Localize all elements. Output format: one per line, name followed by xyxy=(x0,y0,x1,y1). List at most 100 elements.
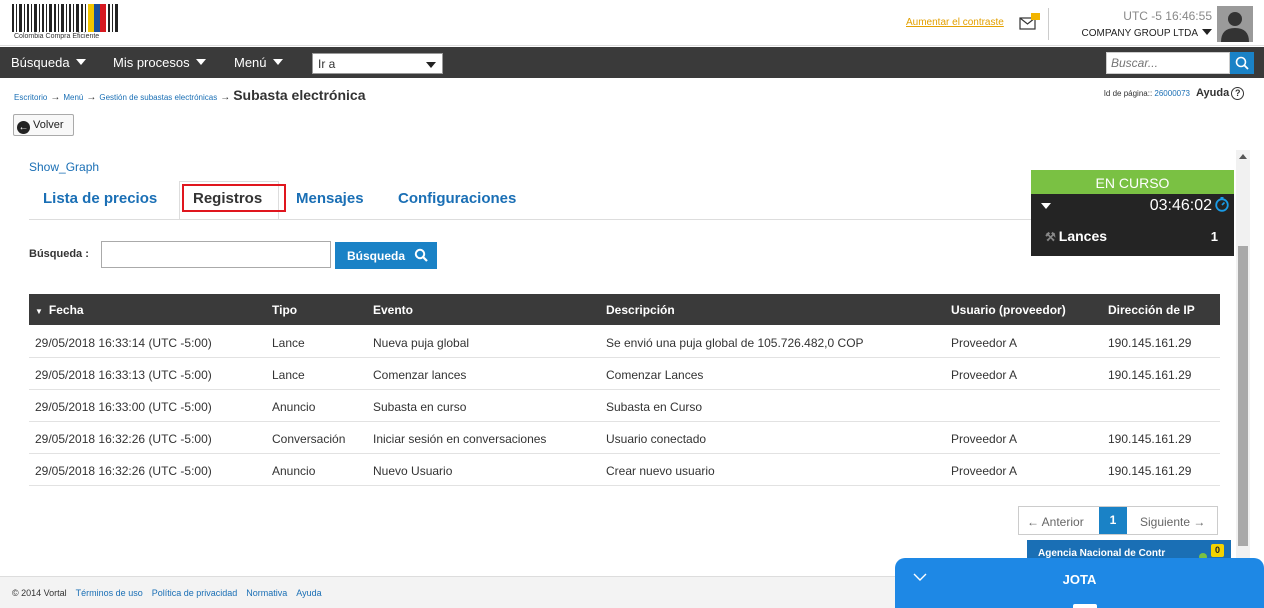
tab-configuraciones[interactable]: Configuraciones xyxy=(398,190,516,207)
search-icon xyxy=(415,248,429,262)
timer-icon xyxy=(1215,197,1229,212)
cell-usuario: Proveedor A xyxy=(951,336,1018,350)
help-link[interactable]: Ayuda? xyxy=(1196,87,1245,100)
pagination-next[interactable]: Siguiente → xyxy=(1140,515,1205,529)
global-search-button[interactable] xyxy=(1230,52,1254,74)
mail-icon[interactable] xyxy=(1019,12,1041,30)
gavel-icon: ⚒ xyxy=(1045,230,1056,244)
nav-menu[interactable]: Menú xyxy=(234,55,283,70)
cell-ip: 190.145.161.29 xyxy=(1108,336,1192,350)
increase-contrast-link[interactable]: Aumentar el contraste xyxy=(906,17,1004,28)
scroll-up-arrow-icon[interactable] xyxy=(1239,154,1247,159)
lances-label-row: ⚒ Lances xyxy=(1045,228,1107,244)
column-header-tipo[interactable]: Tipo xyxy=(272,303,297,317)
pagination: ← Anterior 1 Siguiente → xyxy=(1018,506,1218,535)
footer-link-privacidad[interactable]: Política de privacidad xyxy=(152,588,238,598)
cell-evento: Nueva puja global xyxy=(373,336,470,350)
cell-fecha: 29/05/2018 16:33:13 (UTC -5:00) xyxy=(35,368,212,382)
tab-lista-de-precios[interactable]: Lista de precios xyxy=(43,190,157,207)
help-label: Ayuda xyxy=(1196,87,1230,99)
cell-fecha: 29/05/2018 16:33:14 (UTC -5:00) xyxy=(35,336,212,350)
pagination-previous[interactable]: ← Anterior xyxy=(1027,515,1084,529)
goto-select[interactable]: Ir a xyxy=(312,53,443,74)
table-row: 29/05/2018 16:32:26 (UTC -5:00) Anuncio … xyxy=(29,454,1220,486)
footer-link-ayuda[interactable]: Ayuda xyxy=(296,588,321,598)
company-selector[interactable]: COMPANY GROUP LTDA xyxy=(1060,28,1212,39)
nav-mis-procesos[interactable]: Mis procesos xyxy=(113,55,206,70)
user-silhouette-icon xyxy=(1221,12,1249,42)
arrow-left-circle-icon: ← xyxy=(17,121,30,134)
page-title: Subasta electrónica xyxy=(233,87,366,103)
search-icon xyxy=(1235,56,1249,70)
scrollbar-thumb[interactable] xyxy=(1238,246,1248,546)
page-id-label: Id de página:: xyxy=(1103,89,1155,98)
collapse-caret-icon[interactable] xyxy=(1041,203,1051,209)
unread-count-badge: 0 xyxy=(1211,544,1224,557)
nav-busqueda-label: Búsqueda xyxy=(11,55,70,70)
footer-copyright: © 2014 Vortal xyxy=(12,588,67,598)
nav-mis-procesos-label: Mis procesos xyxy=(113,55,190,70)
footer-link-normativa[interactable]: Normativa xyxy=(246,588,287,598)
main-nav-bar: Búsqueda Mis procesos Menú xyxy=(0,47,1264,78)
cell-ip: 190.145.161.29 xyxy=(1108,368,1192,382)
chat-handle xyxy=(1073,604,1097,608)
company-name: COMPANY GROUP LTDA xyxy=(1081,28,1198,39)
cell-tipo: Lance xyxy=(272,368,305,382)
cell-descripcion: Comenzar Lances xyxy=(606,368,704,382)
footer-link-terminos[interactable]: Términos de uso xyxy=(76,588,143,598)
back-button[interactable]: ← Volver xyxy=(13,114,74,136)
column-header-fecha[interactable]: ▼ Fecha xyxy=(35,303,84,317)
barcode-logo-icon xyxy=(12,4,118,32)
cell-tipo: Anuncio xyxy=(272,464,316,478)
auction-status-widget: EN CURSO 03:46:02 ⚒ Lances 1 xyxy=(1031,170,1234,256)
cell-tipo: Lance xyxy=(272,336,305,350)
breadcrumb-menu[interactable]: Menú xyxy=(63,93,83,102)
page-scrollbar[interactable] xyxy=(1236,150,1250,580)
table-row: 29/05/2018 16:33:13 (UTC -5:00) Lance Co… xyxy=(29,358,1220,390)
table-row: 29/05/2018 16:33:00 (UTC -5:00) Anuncio … xyxy=(29,390,1220,422)
nav-menu-label: Menú xyxy=(234,55,267,70)
pagination-current-page[interactable]: 1 xyxy=(1099,507,1127,534)
auction-timer: 03:46:02 xyxy=(1149,197,1212,214)
sort-desc-icon: ▼ xyxy=(35,307,43,316)
server-clock: UTC -5 16:46:55 xyxy=(1123,9,1212,23)
colombia-compra-logo[interactable]: Colombia Compra Eficiente xyxy=(12,4,122,42)
column-header-evento[interactable]: Evento xyxy=(373,303,413,317)
chat-panel[interactable]: JOTA xyxy=(895,558,1264,608)
cell-usuario: Proveedor A xyxy=(951,368,1018,382)
chat-title: JOTA xyxy=(1062,572,1097,587)
cell-fecha: 29/05/2018 16:33:00 (UTC -5:00) xyxy=(35,400,212,414)
breadcrumb-arrow: → xyxy=(50,92,61,103)
cell-evento: Subasta en curso xyxy=(373,400,467,414)
breadcrumb-arrow: → xyxy=(86,92,97,103)
cell-usuario: Proveedor A xyxy=(951,464,1018,478)
column-header-ip[interactable]: Dirección de IP xyxy=(1108,303,1195,317)
cell-usuario: Proveedor A xyxy=(951,432,1018,446)
tab-registros-highlight xyxy=(182,184,286,212)
user-avatar[interactable] xyxy=(1217,6,1253,42)
breadcrumb-arrow: → xyxy=(220,92,231,103)
caret-down-icon xyxy=(1202,29,1212,35)
records-search-input[interactable] xyxy=(101,241,331,268)
cell-descripcion: Usuario conectado xyxy=(606,432,707,446)
column-header-usuario[interactable]: Usuario (proveedor) xyxy=(951,303,1066,317)
column-header-descripcion[interactable]: Descripción xyxy=(606,303,675,317)
cell-fecha: 29/05/2018 16:32:26 (UTC -5:00) xyxy=(35,432,212,446)
breadcrumb-escritorio[interactable]: Escritorio xyxy=(14,93,47,102)
breadcrumb-gestion-subastas[interactable]: Gestión de subastas electrónicas xyxy=(99,93,217,102)
cell-descripcion: Crear nuevo usuario xyxy=(606,464,715,478)
page-id-value[interactable]: 26000073 xyxy=(1154,89,1190,98)
tab-mensajes[interactable]: Mensajes xyxy=(296,190,364,207)
nav-busqueda[interactable]: Búsqueda xyxy=(11,55,86,70)
table-header: ▼ Fecha Tipo Evento Descripción Usuario (… xyxy=(29,294,1220,325)
cell-descripcion: Subasta en Curso xyxy=(606,400,703,414)
lances-count: 1 xyxy=(1210,229,1218,244)
cell-fecha: 29/05/2018 16:32:26 (UTC -5:00) xyxy=(35,464,212,478)
auction-state: EN CURSO xyxy=(1031,170,1234,194)
global-search-input[interactable] xyxy=(1106,52,1230,74)
table-row: 29/05/2018 16:32:26 (UTC -5:00) Conversa… xyxy=(29,422,1220,454)
cell-ip: 190.145.161.29 xyxy=(1108,432,1192,446)
show-graph-link[interactable]: Show_Graph xyxy=(29,160,99,174)
records-search-button[interactable]: Búsqueda xyxy=(335,242,437,269)
lances-label: Lances xyxy=(1058,228,1108,244)
